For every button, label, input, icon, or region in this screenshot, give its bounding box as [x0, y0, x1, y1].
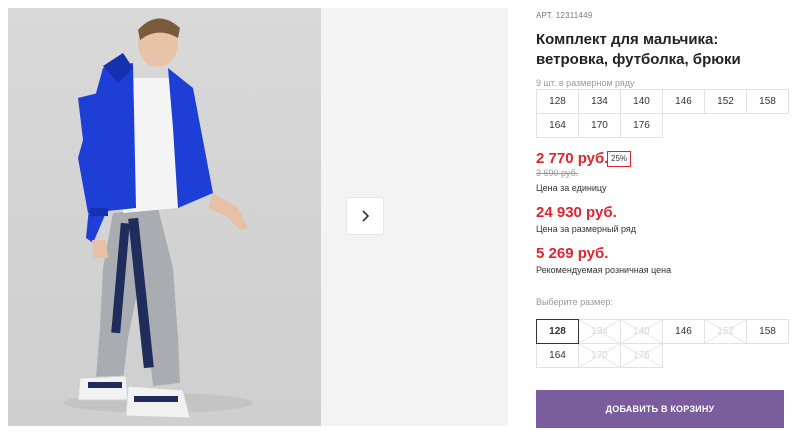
size-selector-label: Выберите размер: — [536, 297, 613, 307]
pack-size-cell: 128 — [536, 89, 579, 114]
size-option-134: 134 — [578, 319, 621, 344]
unavailable-cross-icon — [621, 320, 662, 343]
pack-size-grid: 128 134 140 146 152 158 164 170 176 — [536, 89, 789, 138]
product-photo[interactable] — [8, 8, 321, 426]
pack-size-cell: 164 — [536, 113, 579, 138]
pack-size-cell: 158 — [746, 89, 789, 114]
product-title: Комплект для мальчика: ветровка, футболк… — [536, 31, 741, 68]
size-option-128[interactable]: 128 — [536, 319, 579, 344]
pack-size-cell: 134 — [578, 89, 621, 114]
pack-size-cell: 146 — [662, 89, 705, 114]
unit-price-caption: Цена за единицу — [536, 183, 607, 193]
unavailable-cross-icon — [705, 320, 746, 343]
size-option-146[interactable]: 146 — [662, 319, 705, 344]
unavailable-cross-icon — [579, 344, 620, 367]
pack-price-caption: Цена за размерный ряд — [536, 224, 637, 234]
unit-price: 2 770 руб. — [536, 150, 609, 167]
article-label: АРТ. — [536, 11, 554, 20]
old-price: 3 690 руб. — [536, 168, 579, 178]
add-to-cart-button[interactable]: ДОБАВИТЬ В КОРЗИНУ — [536, 390, 784, 428]
product-photo-illustration — [63, 18, 253, 419]
pack-size-cell: 152 — [704, 89, 747, 114]
pack-size-cell: 176 — [620, 113, 663, 138]
pack-note: 9 шт. в размерном ряду — [536, 78, 635, 88]
pack-price: 24 930 руб. — [536, 204, 617, 221]
unavailable-cross-icon — [579, 320, 620, 343]
size-option-152: 152 — [704, 319, 747, 344]
pack-size-cell: 170 — [578, 113, 621, 138]
size-option-label: 146 — [675, 326, 692, 337]
article-number: 12311449 — [555, 11, 593, 20]
rrp-price-caption: Рекомендуемая розничная цена — [536, 265, 672, 275]
size-option-170: 170 — [578, 343, 621, 368]
size-option-label: 128 — [549, 326, 566, 337]
size-option-176: 176 — [620, 343, 663, 368]
pack-size-cell: 140 — [620, 89, 663, 114]
unavailable-cross-icon — [621, 344, 662, 367]
size-option-label: 158 — [759, 326, 776, 337]
size-option-140: 140 — [620, 319, 663, 344]
rrp-price: 5 269 руб. — [536, 245, 609, 262]
size-option-158[interactable]: 158 — [746, 319, 789, 344]
discount-badge: 25% — [607, 151, 632, 167]
article-code: АРТ. 12311449 — [536, 11, 592, 20]
chevron-right-icon — [362, 210, 370, 222]
size-option-164[interactable]: 164 — [536, 343, 579, 368]
size-option-label: 164 — [549, 350, 566, 361]
gallery-next-button[interactable] — [346, 197, 384, 235]
size-selector: 128 134140 146 152 158 164 170176 — [536, 319, 789, 368]
